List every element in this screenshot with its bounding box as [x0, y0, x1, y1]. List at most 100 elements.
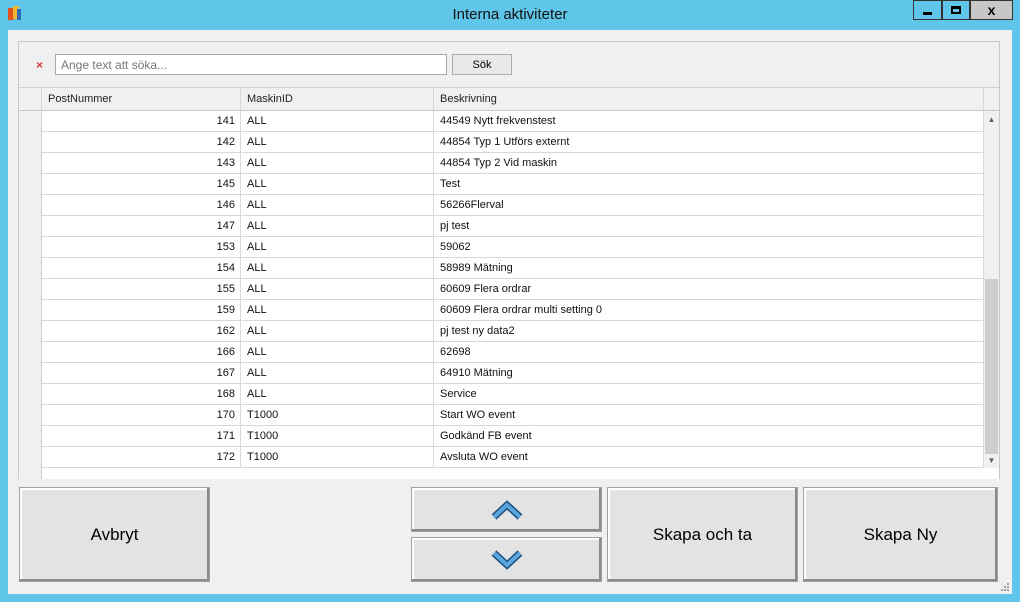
postnummer-cell[interactable]: 153	[42, 237, 241, 257]
search-grid-panel: × Sök PostNummer MaskinID Beskrivning 14…	[18, 41, 1000, 479]
scroll-down-icon[interactable]: ▼	[984, 454, 999, 468]
postnummer-cell[interactable]: 159	[42, 300, 241, 320]
title-bar: Interna aktiviteter x	[0, 0, 1020, 30]
maskinid-cell[interactable]: ALL	[241, 300, 434, 320]
close-button[interactable]: x	[970, 0, 1013, 20]
column-header-postnummer[interactable]: PostNummer	[42, 88, 241, 111]
table-row[interactable]: 170 T1000 Start WO event	[42, 405, 984, 426]
move-up-button[interactable]	[411, 487, 602, 532]
beskrivning-cell[interactable]: 64910 Mätning	[434, 363, 984, 383]
postnummer-cell[interactable]: 155	[42, 279, 241, 299]
beskrivning-cell[interactable]: pj test ny data2	[434, 321, 984, 341]
beskrivning-cell[interactable]: 59062	[434, 237, 984, 257]
table-row[interactable]: 168 ALL Service	[42, 384, 984, 405]
table-row[interactable]: 142 ALL 44854 Typ 1 Utförs externt	[42, 132, 984, 153]
postnummer-cell[interactable]: 145	[42, 174, 241, 194]
maskinid-cell[interactable]: ALL	[241, 132, 434, 152]
maskinid-cell[interactable]: T1000	[241, 447, 434, 467]
beskrivning-cell[interactable]: 60609 Flera ordrar multi setting 0	[434, 300, 984, 320]
postnummer-cell[interactable]: 146	[42, 195, 241, 215]
beskrivning-cell[interactable]: 44854 Typ 2 Vid maskin	[434, 153, 984, 173]
postnummer-cell[interactable]: 141	[42, 111, 241, 131]
table-row[interactable]: 145 ALL Test	[42, 174, 984, 195]
maskinid-cell[interactable]: ALL	[241, 279, 434, 299]
beskrivning-cell[interactable]: 60609 Flera ordrar	[434, 279, 984, 299]
maskinid-cell[interactable]: T1000	[241, 426, 434, 446]
chevron-down-icon	[491, 549, 522, 570]
create-new-button[interactable]: Skapa Ny	[803, 487, 998, 582]
close-icon: x	[987, 2, 996, 18]
table-row[interactable]: 166 ALL 62698	[42, 342, 984, 363]
beskrivning-cell[interactable]: Godkänd FB event	[434, 426, 984, 446]
vertical-scrollbar[interactable]: ▲ ▼	[984, 111, 999, 468]
grid-header: PostNummer MaskinID Beskrivning	[19, 87, 999, 111]
scroll-thumb[interactable]	[985, 279, 998, 454]
chevron-up-icon	[491, 499, 522, 520]
table-row[interactable]: 172 T1000 Avsluta WO event	[42, 447, 984, 468]
data-grid: PostNummer MaskinID Beskrivning 141 ALL 44…	[19, 87, 999, 479]
cancel-button[interactable]: Avbryt	[19, 487, 210, 582]
postnummer-cell[interactable]: 168	[42, 384, 241, 404]
search-button[interactable]: Sök	[452, 54, 512, 75]
beskrivning-cell[interactable]: 44854 Typ 1 Utförs externt	[434, 132, 984, 152]
beskrivning-cell[interactable]: pj test	[434, 216, 984, 236]
beskrivning-cell[interactable]: Avsluta WO event	[434, 447, 984, 467]
beskrivning-cell[interactable]: 62698	[434, 342, 984, 362]
beskrivning-cell[interactable]: Test	[434, 174, 984, 194]
table-row[interactable]: 153 ALL 59062	[42, 237, 984, 258]
minimize-button[interactable]	[913, 0, 942, 20]
grid-rows: 141 ALL 44549 Nytt frekvenstest 142 ALL 44854…	[42, 111, 984, 468]
maskinid-cell[interactable]: ALL	[241, 216, 434, 236]
maskinid-cell[interactable]: ALL	[241, 174, 434, 194]
column-header-beskrivning[interactable]: Beskrivning	[434, 88, 984, 111]
postnummer-cell[interactable]: 171	[42, 426, 241, 446]
postnummer-cell[interactable]: 147	[42, 216, 241, 236]
maskinid-cell[interactable]: ALL	[241, 363, 434, 383]
create-and-take-button[interactable]: Skapa och ta	[607, 487, 798, 582]
postnummer-cell[interactable]: 166	[42, 342, 241, 362]
maskinid-cell[interactable]: ALL	[241, 342, 434, 362]
postnummer-cell[interactable]: 154	[42, 258, 241, 278]
maskinid-cell[interactable]: ALL	[241, 195, 434, 215]
postnummer-cell[interactable]: 143	[42, 153, 241, 173]
row-header-corner	[19, 88, 42, 111]
table-row[interactable]: 147 ALL pj test	[42, 216, 984, 237]
column-header-maskinid[interactable]: MaskinID	[241, 88, 434, 111]
beskrivning-cell[interactable]: 56266Flerval	[434, 195, 984, 215]
postnummer-cell[interactable]: 172	[42, 447, 241, 467]
table-row[interactable]: 154 ALL 58989 Mätning	[42, 258, 984, 279]
maskinid-cell[interactable]: ALL	[241, 111, 434, 131]
postnummer-cell[interactable]: 167	[42, 363, 241, 383]
maximize-icon	[951, 6, 961, 14]
table-row[interactable]: 155 ALL 60609 Flera ordrar	[42, 279, 984, 300]
table-row[interactable]: 146 ALL 56266Flerval	[42, 195, 984, 216]
scroll-up-icon[interactable]: ▲	[984, 113, 999, 127]
maskinid-cell[interactable]: ALL	[241, 153, 434, 173]
move-down-button[interactable]	[411, 537, 602, 582]
row-header-column	[19, 111, 42, 479]
maskinid-cell[interactable]: ALL	[241, 321, 434, 341]
beskrivning-cell[interactable]: Start WO event	[434, 405, 984, 425]
beskrivning-cell[interactable]: 44549 Nytt frekvenstest	[434, 111, 984, 131]
resize-grip-icon[interactable]	[1000, 582, 1010, 592]
table-row[interactable]: 159 ALL 60609 Flera ordrar multi setting 0	[42, 300, 984, 321]
beskrivning-cell[interactable]: 58989 Mätning	[434, 258, 984, 278]
beskrivning-cell[interactable]: Service	[434, 384, 984, 404]
table-row[interactable]: 171 T1000 Godkänd FB event	[42, 426, 984, 447]
postnummer-cell[interactable]: 170	[42, 405, 241, 425]
maskinid-cell[interactable]: ALL	[241, 258, 434, 278]
maskinid-cell[interactable]: ALL	[241, 237, 434, 257]
table-row[interactable]: 141 ALL 44549 Nytt frekvenstest	[42, 111, 984, 132]
postnummer-cell[interactable]: 142	[42, 132, 241, 152]
search-input[interactable]	[55, 54, 447, 75]
maskinid-cell[interactable]: ALL	[241, 384, 434, 404]
maximize-button[interactable]	[942, 0, 970, 20]
clear-search-icon[interactable]: ×	[36, 58, 43, 72]
window-title: Interna aktiviteter	[452, 6, 568, 23]
table-row[interactable]: 162 ALL pj test ny data2	[42, 321, 984, 342]
minimize-icon	[923, 11, 932, 15]
maskinid-cell[interactable]: T1000	[241, 405, 434, 425]
table-row[interactable]: 143 ALL 44854 Typ 2 Vid maskin	[42, 153, 984, 174]
table-row[interactable]: 167 ALL 64910 Mätning	[42, 363, 984, 384]
postnummer-cell[interactable]: 162	[42, 321, 241, 341]
